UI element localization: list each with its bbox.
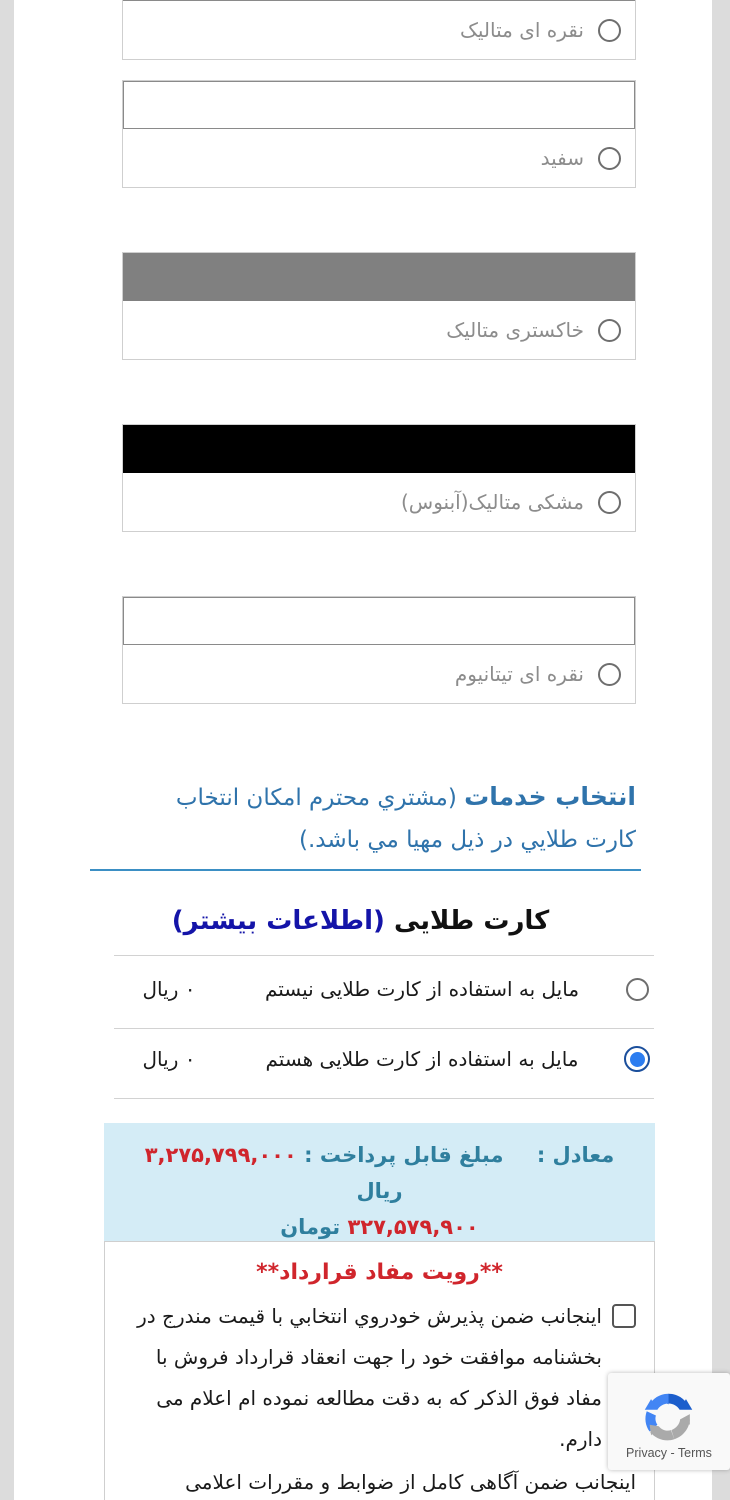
equivalent-label: معادل :	[529, 1143, 615, 1167]
page-content-area: نقره ای متالیک سفید خاکستری متالیک مشکی …	[14, 0, 712, 1500]
gold-card-accept-price: ۰ ریال	[142, 1047, 196, 1071]
gold-card-title-main: کارت طلایی	[384, 906, 550, 936]
color-option-silver-metallic[interactable]: نقره ای متالیک	[122, 0, 636, 60]
color-label-silver-metallic: نقره ای متالیک	[460, 18, 584, 42]
color-label-white: سفید	[540, 146, 584, 170]
radio-gold-card-decline-wrap[interactable]	[620, 977, 654, 1001]
recaptcha-badge[interactable]: Privacy - Terms	[608, 1373, 730, 1470]
gold-card-more-info-link[interactable]: (اطلاعات بیشتر)	[172, 906, 385, 936]
payable-amount-line: معادل : مبلغ قابل پرداخت : ۳,۲۷۵,۷۹۹,۰۰۰…	[122, 1137, 637, 1209]
radio-gold-card-accept[interactable]	[624, 1046, 650, 1072]
color-swatch-white	[123, 81, 635, 129]
radio-gold-card-accept-wrap[interactable]	[620, 1046, 654, 1072]
contract-paragraph-secondary: اینجانب ضمن آگاهی کامل از ضوابط و مقررات…	[185, 1470, 636, 1494]
color-option-white[interactable]: سفید	[122, 80, 636, 188]
radio-black-metallic[interactable]	[598, 490, 621, 514]
color-swatch-titanium-silver	[123, 597, 635, 645]
radio-gold-card-decline[interactable]	[625, 977, 649, 1001]
services-divider	[90, 869, 641, 871]
services-selection-heading: انتخاب خدمات (مشتري محترم امكان انتخاب ك…	[122, 776, 636, 861]
radio-titanium-silver[interactable]	[598, 662, 621, 686]
gold-card-option-decline[interactable]: مایل به استفاده از کارت طلایی نیستم ۰ ری…	[114, 960, 654, 1018]
radio-silver-metallic[interactable]	[598, 18, 621, 42]
equivalent-unit: تومان	[280, 1215, 348, 1239]
recaptcha-logo-icon	[644, 1393, 693, 1440]
color-row-titanium-silver[interactable]: نقره ای تیتانیوم	[123, 645, 635, 703]
gold-card-divider-bottom	[114, 1098, 654, 1099]
radio-white[interactable]	[598, 146, 621, 170]
gold-card-title: کارت طلایی (اطلاعات بیشتر)	[85, 906, 636, 937]
contract-paragraph: اینجانب ضمن پذیرش خودروي انتخابي با قیمت…	[137, 1304, 602, 1451]
color-swatch-black-metallic	[123, 425, 635, 473]
gold-card-divider-top	[114, 955, 654, 956]
payable-label: مبلغ قابل پرداخت :	[296, 1143, 504, 1167]
color-row-black-metallic[interactable]: مشکی متالیک(آبنوس)	[123, 473, 635, 531]
contract-agreement-checkbox[interactable]	[612, 1304, 636, 1328]
color-row-gray-metallic[interactable]: خاکستری متالیک	[123, 301, 635, 359]
color-option-titanium-silver[interactable]: نقره ای تیتانیوم	[122, 596, 636, 704]
color-row-white[interactable]: سفید	[123, 129, 635, 187]
color-row-silver-metallic[interactable]: نقره ای متالیک	[123, 1, 635, 59]
payable-value: ۳,۲۷۵,۷۹۹,۰۰۰	[144, 1143, 297, 1167]
gold-card-decline-label: مایل به استفاده از کارت طلایی نیستم	[264, 977, 580, 1001]
left-page-gutter	[0, 0, 14, 1500]
contract-agreement-row[interactable]: اینجانب ضمن پذیرش خودروي انتخابي با قیمت…	[123, 1296, 636, 1460]
gold-card-accept-label: مایل به استفاده از کارت طلایی هستم	[265, 1047, 579, 1071]
color-label-titanium-silver: نقره ای تیتانیوم	[454, 662, 584, 686]
equivalent-value: ۳۲۷,۵۷۹,۹۰۰	[347, 1215, 479, 1239]
gold-card-divider-middle	[114, 1028, 654, 1029]
color-option-gray-metallic[interactable]: خاکستری متالیک	[122, 252, 636, 360]
equivalent-amount-line: ۳۲۷,۵۷۹,۹۰۰ تومان	[122, 1209, 637, 1245]
services-heading-strong: انتخاب خدمات	[464, 782, 636, 811]
contract-agreement-box: **رویت مفاد قرارداد** اینجانب ضمن پذیرش …	[104, 1241, 655, 1500]
gold-card-decline-price: ۰ ریال	[142, 977, 196, 1001]
gold-card-option-accept[interactable]: مایل به استفاده از کارت طلایی هستم ۰ ریا…	[114, 1030, 654, 1088]
color-option-black-metallic[interactable]: مشکی متالیک(آبنوس)	[122, 424, 636, 532]
payable-unit: ریال	[356, 1179, 403, 1203]
color-swatch-gray-metallic	[123, 253, 635, 301]
color-label-black-metallic: مشکی متالیک(آبنوس)	[400, 490, 584, 514]
recaptcha-privacy-terms[interactable]: Privacy - Terms	[626, 1446, 712, 1460]
contract-title: **رویت مفاد قرارداد**	[256, 1260, 503, 1285]
right-page-gutter	[712, 0, 730, 1500]
radio-gray-metallic[interactable]	[598, 318, 621, 342]
color-label-gray-metallic: خاکستری متالیک	[446, 318, 584, 342]
